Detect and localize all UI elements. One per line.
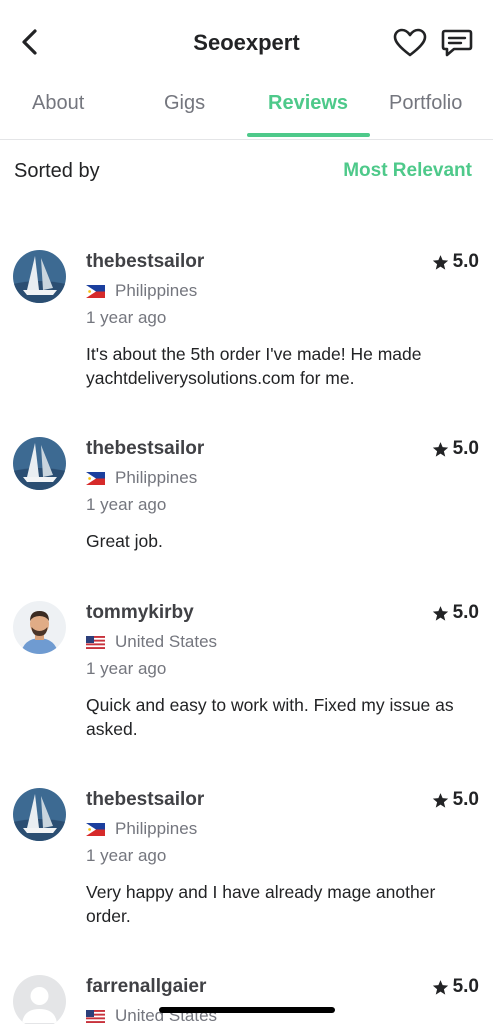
sort-label: Sorted by xyxy=(14,160,100,182)
review-rating: 5.0 xyxy=(432,438,479,460)
avatar[interactable] xyxy=(13,437,66,490)
reviewer-name[interactable]: tommykirby xyxy=(86,602,194,624)
sort-row: Sorted by Most Relevant xyxy=(0,160,493,190)
review-text: Very happy and I have already mage anoth… xyxy=(86,882,436,926)
review-time: 1 year ago xyxy=(86,846,167,865)
reviewer-name[interactable]: thebestsailor xyxy=(86,789,204,811)
avatar[interactable] xyxy=(13,601,66,654)
avatar[interactable] xyxy=(13,975,66,1024)
tab-about[interactable]: About xyxy=(32,92,84,115)
review-rating: 5.0 xyxy=(432,602,479,624)
reviewer-name[interactable]: farrenallgaier xyxy=(86,976,206,998)
review-rating: 5.0 xyxy=(432,251,479,273)
star-icon xyxy=(432,979,448,995)
tab-reviews[interactable]: Reviews xyxy=(268,92,348,115)
flag-united-states-icon xyxy=(86,1009,105,1023)
flag-philippines-icon xyxy=(86,471,105,485)
flag-philippines-icon xyxy=(86,284,105,298)
flag-united-states-icon xyxy=(86,635,105,649)
sort-dropdown[interactable]: Most Relevant xyxy=(343,160,472,182)
star-icon xyxy=(432,792,448,808)
flag-philippines-icon xyxy=(86,822,105,836)
rating-value: 5.0 xyxy=(452,251,479,272)
review-text: Great job. xyxy=(86,531,163,551)
avatar[interactable] xyxy=(13,788,66,841)
reviewer-name[interactable]: thebestsailor xyxy=(86,438,204,460)
review-text: Quick and easy to work with. Fixed my is… xyxy=(86,695,454,739)
heart-icon[interactable] xyxy=(393,28,427,58)
rating-value: 5.0 xyxy=(452,438,479,459)
country-name: Philippines xyxy=(115,819,198,838)
active-tab-indicator xyxy=(247,133,370,137)
rating-value: 5.0 xyxy=(452,602,479,623)
tab-portfolio[interactable]: Portfolio xyxy=(389,92,462,115)
reviewer-country: United States xyxy=(86,632,217,652)
avatar[interactable] xyxy=(13,250,66,303)
profile-tabs: About Gigs Reviews Portfolio xyxy=(0,86,493,140)
star-icon xyxy=(432,605,448,621)
country-name: Philippines xyxy=(115,468,198,487)
review-rating: 5.0 xyxy=(432,976,479,998)
reviewer-country: Philippines xyxy=(86,281,197,301)
review-time: 1 year ago xyxy=(86,659,167,678)
home-indicator[interactable] xyxy=(159,1007,335,1013)
star-icon xyxy=(432,441,448,457)
country-name: Philippines xyxy=(115,281,198,300)
rating-value: 5.0 xyxy=(452,976,479,997)
reviewer-name[interactable]: thebestsailor xyxy=(86,251,204,273)
star-icon xyxy=(432,254,448,270)
tab-gigs[interactable]: Gigs xyxy=(164,92,205,115)
reviewer-country: Philippines xyxy=(86,468,197,488)
country-name: United States xyxy=(115,632,218,651)
reviewer-country: Philippines xyxy=(86,819,197,839)
top-bar: Seoexpert xyxy=(0,0,493,86)
review-time: 1 year ago xyxy=(86,308,167,327)
rating-value: 5.0 xyxy=(452,789,479,810)
review-time: 1 year ago xyxy=(86,495,167,514)
review-rating: 5.0 xyxy=(432,789,479,811)
chat-icon[interactable] xyxy=(440,28,474,60)
review-text: It's about the 5th order I've made! He m… xyxy=(86,344,422,388)
